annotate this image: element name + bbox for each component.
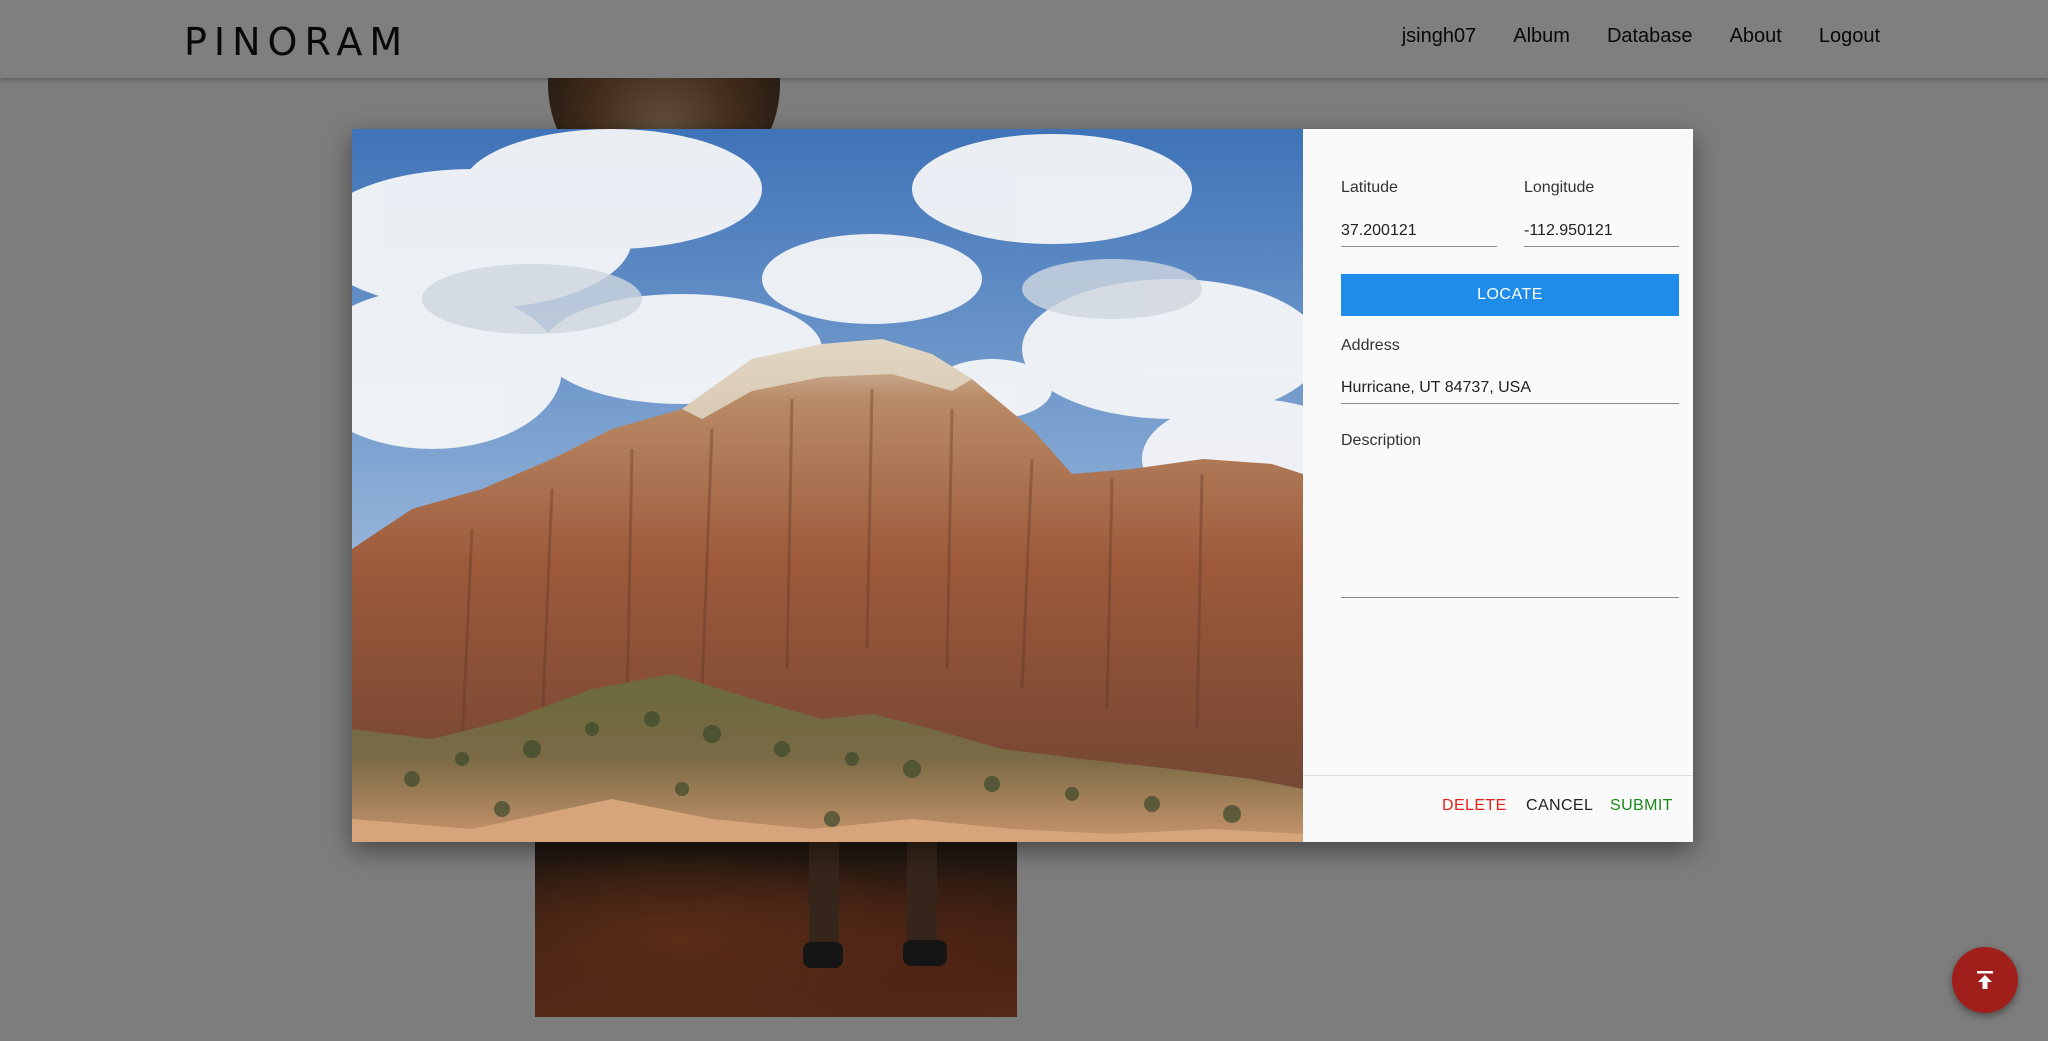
latitude-input[interactable] (1341, 215, 1497, 247)
locate-button[interactable]: LOCATE (1341, 274, 1679, 316)
longitude-label: Longitude (1524, 179, 1595, 196)
description-label: Description (1341, 432, 1422, 449)
scroll-to-top-icon (1977, 971, 1993, 989)
latitude-label: Latitude (1341, 179, 1398, 196)
longitude-input[interactable] (1524, 215, 1679, 247)
cancel-button[interactable]: CANCEL (1526, 797, 1593, 815)
address-input[interactable] (1341, 372, 1679, 404)
mountain-photo (352, 129, 1303, 842)
delete-button[interactable]: DELETE (1442, 797, 1507, 815)
actions-divider (1303, 775, 1693, 776)
photo-details-panel: Latitude Longitude LOCATE Address Descri… (1303, 129, 1693, 842)
scroll-to-top-button[interactable] (1952, 947, 2018, 1013)
description-textarea[interactable] (1341, 468, 1679, 598)
edit-photo-dialog: Latitude Longitude LOCATE Address Descri… (352, 129, 1693, 842)
photo-preview (352, 129, 1303, 842)
submit-button[interactable]: SUBMIT (1610, 797, 1673, 815)
address-label: Address (1341, 337, 1400, 354)
